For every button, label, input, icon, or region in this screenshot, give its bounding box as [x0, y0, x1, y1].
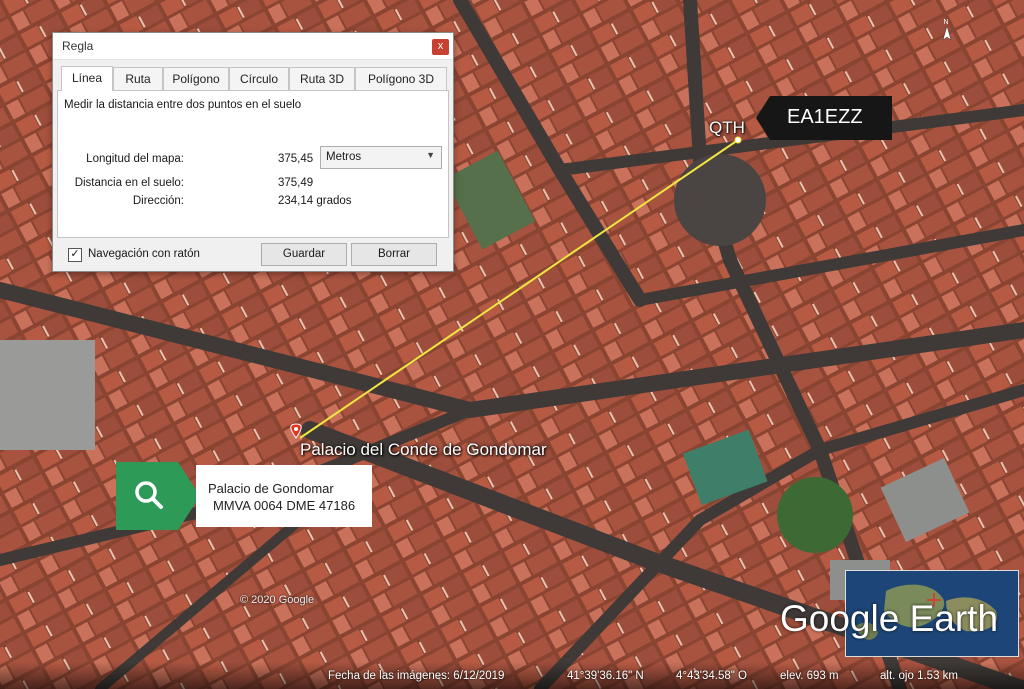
measure-description: Medir la distancia entre dos puntos en e…: [64, 99, 302, 111]
unit-select-value: Metros: [326, 151, 362, 163]
elevation-readout: elev. 693 m: [780, 670, 839, 682]
search-result-box[interactable]: Palacio de Gondomar MMVA 0064 DME 47186: [116, 462, 373, 530]
tab-ruta-3d[interactable]: Ruta 3D: [289, 67, 355, 90]
place-label[interactable]: Palacio del Conde de Gondomar: [300, 440, 547, 460]
qth-label: QTH: [709, 118, 745, 137]
tab-poligono[interactable]: Polígono: [163, 67, 229, 90]
status-bar: [0, 662, 1024, 689]
latitude-readout: 41°39'36.16" N: [567, 670, 644, 682]
chevron-down-icon: ▼: [426, 150, 435, 160]
direction-label: Dirección:: [132, 195, 184, 207]
map-length-label: Longitud del mapa:: [86, 153, 184, 165]
tab-poligono-3d[interactable]: Polígono 3D: [355, 67, 447, 90]
longitude-readout: 4°43'34.58" O: [676, 670, 747, 682]
map-length-value: 375,45: [278, 153, 314, 165]
save-button[interactable]: Guardar: [261, 243, 347, 266]
compass-north-icon[interactable]: N: [938, 16, 956, 44]
search-icon[interactable]: [130, 476, 170, 516]
tab-ruta[interactable]: Ruta: [113, 67, 163, 90]
ground-distance-value: 375,49: [278, 177, 314, 189]
measure-panel: Medir la distancia entre dos puntos en e…: [57, 90, 449, 238]
ground-distance-label: Distancia en el suelo:: [74, 177, 184, 189]
tab-circulo[interactable]: Círculo: [229, 67, 289, 90]
unit-select[interactable]: Metros ▼: [320, 146, 442, 169]
close-button[interactable]: x: [432, 39, 449, 55]
search-result-text-box: Palacio de Gondomar MMVA 0064 DME 47186: [196, 465, 372, 527]
dialog-titlebar[interactable]: Regla x: [53, 33, 453, 60]
ruler-tabs: Línea Ruta Polígono Círculo Ruta 3D Polí…: [57, 66, 449, 91]
search-result-line1: Palacio de Gondomar: [208, 481, 334, 496]
google-earth-logo: Google Earth: [780, 598, 999, 639]
direction-value: 234,14 grados: [278, 195, 352, 207]
clear-button[interactable]: Borrar: [351, 243, 437, 266]
mouse-nav-label: Navegación con ratón: [88, 248, 200, 260]
callsign-text: EA1EZZ: [787, 106, 863, 128]
svg-text:N: N: [944, 19, 949, 26]
search-result-line2: MMVA 0064 DME 47186: [212, 498, 356, 513]
ruler-dialog: Regla x Línea Ruta Polígono Círculo Ruta…: [52, 32, 454, 272]
callsign-callout: EA1EZZ: [756, 96, 892, 140]
map-copyright: © 2020 Google: [240, 594, 315, 606]
tab-linea[interactable]: Línea: [61, 66, 113, 91]
eye-altitude-readout: alt. ojo 1.53 km: [880, 670, 958, 682]
dialog-title: Regla: [62, 39, 94, 53]
imagery-date: Fecha de las imágenes: 6/12/2019: [328, 670, 505, 682]
mouse-nav-checkbox[interactable]: ✓: [68, 248, 82, 262]
